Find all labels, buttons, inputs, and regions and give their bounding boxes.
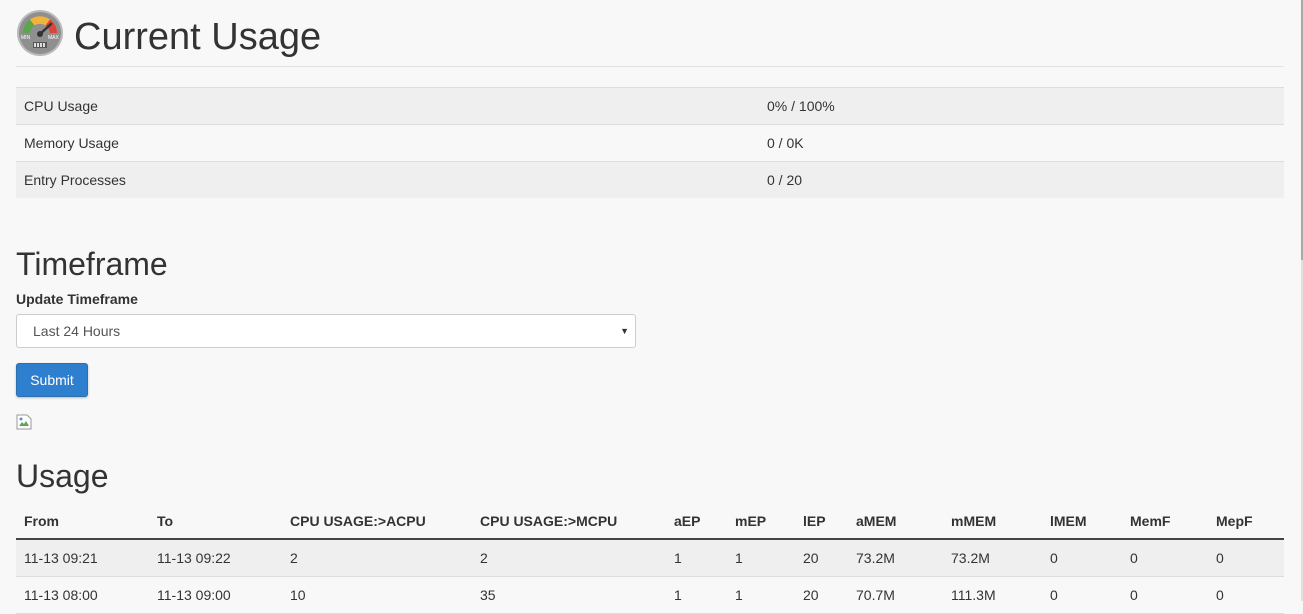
table-cell: 1: [666, 576, 727, 614]
stat-label: Entry Processes: [16, 161, 759, 198]
table-row: 11-13 09:21 11-13 09:22 2 2 1 1 20 73.2M…: [16, 539, 1284, 577]
table-cell: 0: [1208, 539, 1284, 577]
caret-down-icon: ▼: [620, 326, 629, 336]
timeframe-heading: Timeframe: [16, 246, 168, 282]
broken-image-icon: [16, 414, 32, 430]
table-cell: 111.3M: [943, 576, 1042, 614]
column-header-amem: aMEM: [848, 503, 943, 540]
stat-label: CPU Usage: [16, 87, 759, 125]
stats-row-cpu: CPU Usage 0% / 100%: [16, 87, 1284, 125]
column-header-mcpu: CPU USAGE:>MCPU: [472, 503, 666, 540]
column-header-lmem: lMEM: [1042, 503, 1122, 540]
table-cell: 0: [1122, 576, 1208, 614]
table-cell: 2: [282, 539, 472, 577]
stats-row-entry-processes: Entry Processes 0 / 20: [16, 161, 1284, 198]
stat-label: Memory Usage: [16, 124, 759, 162]
column-header-mep: mEP: [727, 503, 795, 540]
table-cell: 35: [472, 576, 666, 614]
table-cell: 0: [1122, 539, 1208, 577]
table-cell: 2: [472, 539, 666, 577]
table-cell: 73.2M: [943, 539, 1042, 577]
table-cell: 11-13 08:00: [16, 576, 149, 614]
table-cell: 11-13 09:22: [149, 539, 282, 577]
table-cell: 11-13 09:00: [149, 576, 282, 614]
table-cell: 73.2M: [848, 539, 943, 577]
table-cell: 11-13 09:21: [16, 539, 149, 577]
column-header-acpu: CPU USAGE:>ACPU: [282, 503, 472, 540]
table-cell: 0: [1042, 539, 1122, 577]
column-header-aep: aEP: [666, 503, 727, 540]
table-cell: 1: [727, 539, 795, 577]
timeframe-selected-value: Last 24 Hours: [33, 323, 121, 339]
column-header-from: From: [16, 503, 149, 540]
usage-heading: Usage: [16, 458, 109, 494]
table-cell: 20: [795, 539, 848, 577]
table-cell: 1: [666, 539, 727, 577]
stat-value: 0 / 0K: [759, 124, 1284, 162]
table-row: 11-13 08:00 11-13 09:00 10 35 1 1 20 70.…: [16, 576, 1284, 614]
column-header-lep: lEP: [795, 503, 848, 540]
gauge-max-label: MAX: [48, 35, 60, 41]
stat-value: 0 / 20: [759, 161, 1284, 198]
speedometer-icon: MIN MAX: [17, 10, 63, 56]
usage-table: From To CPU USAGE:>ACPU CPU USAGE:>MCPU …: [16, 503, 1284, 614]
stat-value: 0% / 100%: [759, 87, 1284, 125]
table-cell: 0: [1042, 576, 1122, 614]
column-header-to: To: [149, 503, 282, 540]
submit-button[interactable]: Submit: [16, 363, 88, 397]
column-header-mmem: mMEM: [943, 503, 1042, 540]
page-header: MIN MAX Current Usage: [16, 8, 1284, 67]
table-cell: 0: [1208, 576, 1284, 614]
column-header-memf: MemF: [1122, 503, 1208, 540]
table-cell: 1: [727, 576, 795, 614]
gauge-min-label: MIN: [21, 35, 31, 41]
timeframe-select[interactable]: Last 24 Hours ▼: [16, 314, 636, 348]
stats-row-memory: Memory Usage 0 / 0K: [16, 124, 1284, 162]
usage-header-row: From To CPU USAGE:>ACPU CPU USAGE:>MCPU …: [16, 503, 1284, 540]
column-header-mepf: MepF: [1208, 503, 1284, 540]
resource-stats-table: CPU Usage 0% / 100% Memory Usage 0 / 0K …: [16, 87, 1284, 198]
table-cell: 10: [282, 576, 472, 614]
table-cell: 20: [795, 576, 848, 614]
timeframe-field-label: Update Timeframe: [16, 291, 138, 307]
table-cell: 70.7M: [848, 576, 943, 614]
page-title: Current Usage: [74, 16, 322, 58]
